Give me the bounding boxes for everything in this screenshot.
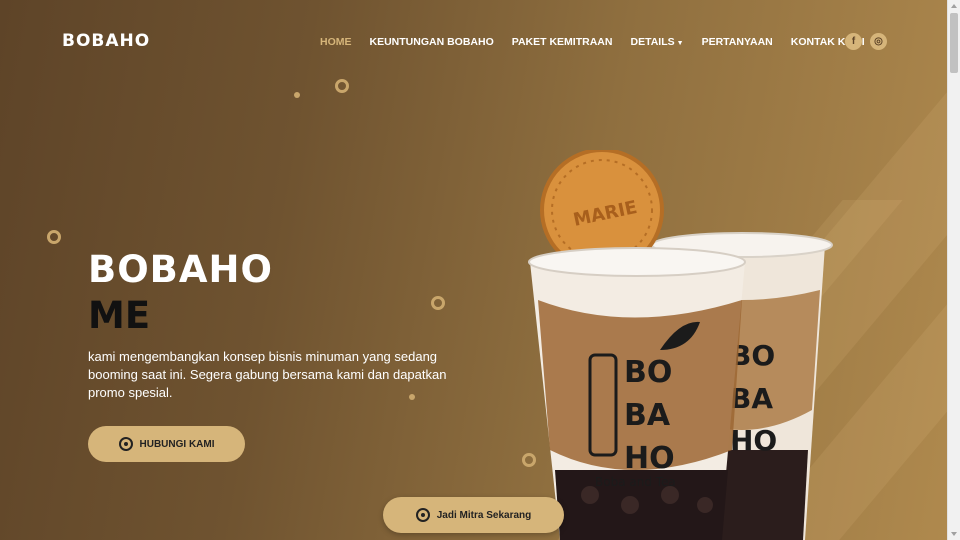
facebook-icon[interactable]: f <box>845 33 862 50</box>
page-scrollbar[interactable] <box>947 0 960 540</box>
instagram-icon[interactable]: ◎ <box>870 33 887 50</box>
hero-description: kami mengembangkan konsep bisnis minuman… <box>88 349 447 400</box>
hero-title: BOBAHO <box>88 248 273 291</box>
hero-title-typed: ME <box>88 294 151 337</box>
product-image: BO BA HO MARIE BO BA HO Boba and Tea <box>528 150 833 540</box>
decorative-ring <box>335 79 349 93</box>
become-partner-label: Jadi Mitra Sekarang <box>436 509 532 521</box>
contact-button[interactable]: HUBUNGI KAMI <box>88 426 245 462</box>
hero-section: BOBAHO HOME KEUNTUNGAN BOBAHO PAKET KEMI… <box>0 0 947 540</box>
nav-item-pertanyaan[interactable]: PERTANYAAN <box>702 36 773 48</box>
decorative-ring <box>47 230 61 244</box>
main-nav: HOME KEUNTUNGAN BOBAHO PAKET KEMITRAAN D… <box>320 36 883 48</box>
decorative-ring <box>431 296 445 310</box>
front-cup-brand-3: HO <box>624 441 675 476</box>
nav-item-details[interactable]: DETAILS ▼ <box>630 36 683 48</box>
scroll-down-arrow-icon[interactable] <box>951 532 957 536</box>
whatsapp-icon <box>415 508 430 522</box>
social-links: f ◎ <box>845 33 895 50</box>
brand-logo[interactable]: BOBAHO <box>62 31 150 51</box>
back-cup-brand-3: HO <box>730 424 777 457</box>
scroll-up-arrow-icon[interactable] <box>951 4 957 8</box>
scroll-thumb[interactable] <box>950 13 958 73</box>
caret-down-icon: ▼ <box>676 40 684 47</box>
nav-item-details-label: DETAILS <box>630 36 675 48</box>
decorative-dot <box>294 92 300 98</box>
become-partner-button[interactable]: Jadi Mitra Sekarang <box>383 497 564 533</box>
front-cup-brand-2: BA <box>624 398 671 433</box>
nav-item-keuntungan[interactable]: KEUNTUNGAN BOBAHO <box>370 36 494 48</box>
front-cup: BO BA HO Boba and Tea <box>528 247 746 540</box>
nav-item-home[interactable]: HOME <box>320 36 352 48</box>
front-cup-tagline: Boba and Tea <box>595 475 676 489</box>
nav-item-paket[interactable]: PAKET KEMITRAAN <box>512 36 613 48</box>
back-cup-brand-2: BA <box>730 382 773 415</box>
front-cup-brand-1: BO <box>624 355 672 390</box>
contact-button-label: HUBUNGI KAMI <box>139 438 215 450</box>
whatsapp-icon <box>118 437 133 451</box>
